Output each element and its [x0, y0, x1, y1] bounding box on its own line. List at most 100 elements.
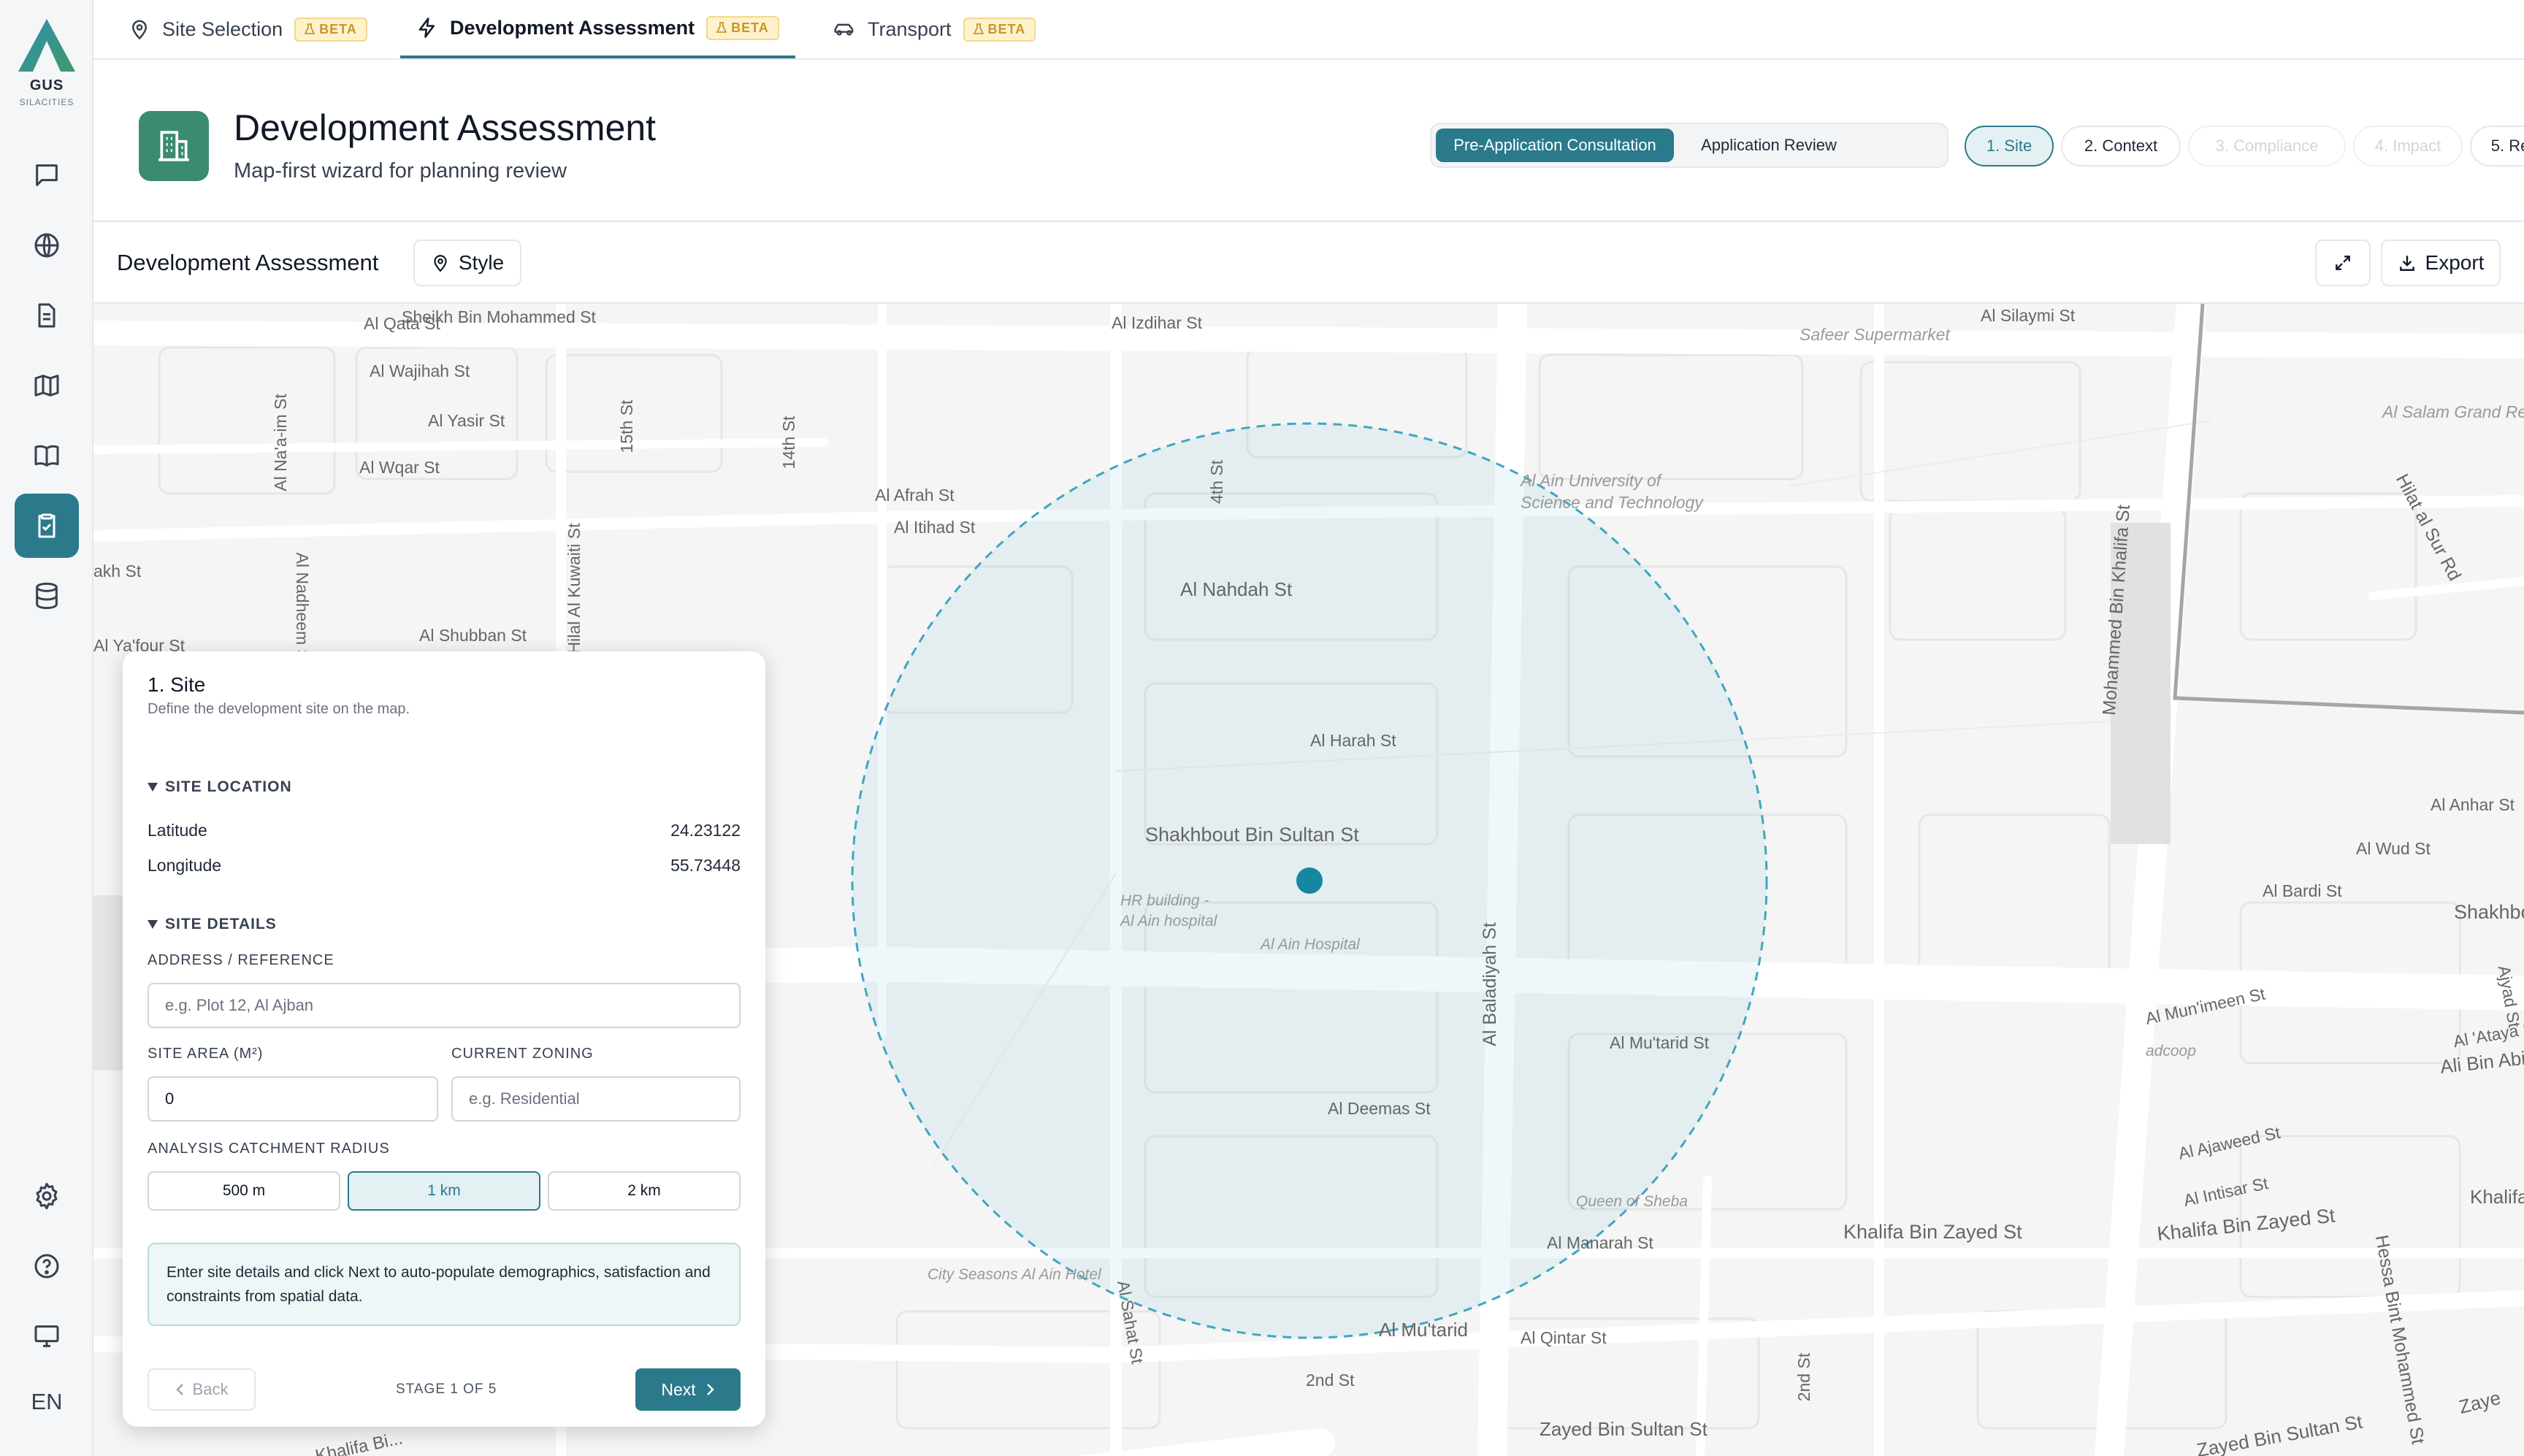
sidebar-item-chat[interactable] — [15, 143, 79, 207]
site-area-input[interactable] — [148, 1076, 438, 1122]
flask-icon — [973, 23, 984, 34]
map-label: 4th St — [1207, 459, 1226, 504]
map-toolbar: Development Assessment Style Export — [93, 222, 2524, 304]
tab-label: Transport — [868, 18, 952, 40]
zoning-input[interactable] — [451, 1076, 741, 1122]
map-label: Al Wajihah St — [370, 361, 470, 380]
step-impact[interactable]: 4. Impact — [2353, 126, 2463, 166]
map-label: 2nd St — [1306, 1371, 1355, 1390]
site-panel: 1. Site Define the development site on t… — [123, 651, 765, 1427]
gear-icon — [36, 1182, 58, 1210]
map-pin-icon — [131, 20, 148, 40]
mode-pre-application[interactable]: Pre-Application Consultation — [1436, 129, 1674, 162]
sidebar-item-documents[interactable] — [15, 283, 79, 348]
site-location-toggle[interactable]: SITE LOCATION — [148, 778, 292, 796]
page-title: Development Assessment — [234, 107, 657, 148]
map-label: Al Shubban St — [419, 626, 527, 645]
radius-1km-button[interactable]: 1 km — [348, 1171, 540, 1211]
longitude-label: Longitude — [148, 856, 222, 875]
map-label: Al Deemas St — [1328, 1099, 1431, 1118]
page-subtitle: Map-first wizard for planning review — [234, 159, 567, 183]
map-label: adcoop — [2146, 1043, 2196, 1060]
help-icon — [34, 1254, 59, 1279]
latitude-label: Latitude — [148, 821, 207, 840]
info-callout: Enter site details and click Next to aut… — [148, 1243, 741, 1326]
sidebar-item-help[interactable] — [15, 1234, 79, 1298]
map-label: City Seasons Al Ain Hotel — [928, 1266, 1102, 1283]
map-label: Al Afrah St — [875, 486, 955, 505]
map-label: Al Mu'tarid St — [1610, 1033, 1710, 1052]
map-label: akh St — [93, 562, 142, 581]
beta-badge: BETA — [294, 17, 367, 42]
mode-toggle: Pre-Application Consultation Application… — [1430, 123, 1949, 168]
map-label: Al Silaymi St — [1981, 306, 2076, 325]
tab-site-selection[interactable]: Site Selection BETA — [129, 0, 367, 58]
radius-2km-button[interactable]: 2 km — [548, 1171, 741, 1211]
tab-transport[interactable]: Transport BETA — [833, 0, 1036, 58]
map-label: Al Nahdah St — [1180, 578, 1293, 600]
step-compliance[interactable]: 3. Compliance — [2188, 126, 2346, 166]
fullscreen-button[interactable] — [2315, 240, 2371, 286]
map-label: Al Harah St — [1310, 731, 1396, 750]
map-label: Al Izdihar St — [1112, 313, 1203, 332]
flask-icon — [305, 23, 316, 34]
step-site[interactable]: 1. Site — [1965, 126, 2054, 166]
map-pin-icon — [434, 255, 447, 272]
flask-icon — [716, 22, 727, 33]
latitude-value: 24.23122 — [670, 821, 741, 840]
step-context[interactable]: 2. Context — [2061, 126, 2181, 166]
site-details-toggle[interactable]: SITE DETAILS — [148, 916, 277, 933]
step-report[interactable]: 5. Report — [2470, 126, 2524, 166]
address-input[interactable] — [148, 983, 741, 1028]
tab-label: Site Selection — [162, 18, 283, 40]
beta-badge: BETA — [706, 15, 779, 40]
mode-application-review[interactable]: Application Review — [1681, 129, 1856, 162]
map-label: Al Itihad St — [894, 518, 976, 537]
next-button[interactable]: Next — [635, 1368, 741, 1411]
sidebar-item-globe[interactable] — [15, 213, 79, 277]
map-label: Shakhbout Bin Sultan St — [1145, 824, 1359, 846]
beta-badge: BETA — [963, 17, 1036, 42]
zoning-label: CURRENT ZONING — [451, 1046, 594, 1062]
tab-development-assessment[interactable]: Development Assessment BETA — [400, 0, 795, 58]
map-label: Al Ain hospital — [1119, 913, 1218, 930]
sidebar-item-settings[interactable] — [15, 1164, 79, 1228]
back-button[interactable]: Back — [148, 1368, 256, 1411]
map-icon — [34, 375, 59, 396]
map-label: Shakhbo — [2454, 901, 2524, 923]
sidebar-item-assessment[interactable] — [15, 494, 79, 558]
language-switch[interactable]: EN — [0, 1389, 93, 1415]
document-icon — [38, 303, 56, 328]
map-label: Al Wud St — [2356, 839, 2431, 858]
sidebar-item-display[interactable] — [15, 1304, 79, 1368]
page-header: Development Assessment Map-first wizard … — [93, 60, 2524, 222]
sidebar-item-map[interactable] — [15, 353, 79, 418]
sidebar-item-data[interactable] — [15, 564, 79, 628]
toolbar-title: Development Assessment — [117, 250, 379, 275]
stage-indicator: STAGE 1 OF 5 — [396, 1382, 497, 1397]
map-label: Al Baladiyah St — [1480, 922, 1500, 1046]
map-label: Al Manarah St — [1547, 1233, 1653, 1252]
panel-title: 1. Site — [148, 673, 206, 696]
map-label: Al Na'a-im St — [271, 394, 290, 491]
map-label: 2nd St — [1794, 1352, 1813, 1401]
brand-name: GUS — [29, 77, 64, 93]
map-label: Queen of Sheba — [1576, 1193, 1688, 1210]
tab-label: Development Assessment — [450, 16, 695, 39]
logo-mark-icon — [18, 19, 75, 72]
radius-500m-button[interactable]: 500 m — [148, 1171, 340, 1211]
chevron-right-icon — [706, 1384, 714, 1395]
map-label: Al Bardi St — [2263, 881, 2342, 900]
style-button[interactable]: Style — [413, 240, 521, 286]
map-label: Al Mu'tarid — [1379, 1319, 1468, 1341]
caret-down-icon — [148, 920, 158, 929]
map-label: Science and Technology — [1521, 493, 1704, 512]
map-label: Al Ain Hospital — [1259, 936, 1361, 953]
radius-label: ANALYSIS CATCHMENT RADIUS — [148, 1141, 390, 1157]
clipboard-check-icon — [38, 513, 56, 538]
map-label: Al Ain University of — [1519, 471, 1663, 490]
site-marker[interactable] — [1296, 867, 1323, 894]
sidebar-item-guide[interactable] — [15, 424, 79, 488]
export-button[interactable]: Export — [2381, 240, 2501, 286]
longitude-value: 55.73448 — [670, 856, 741, 875]
